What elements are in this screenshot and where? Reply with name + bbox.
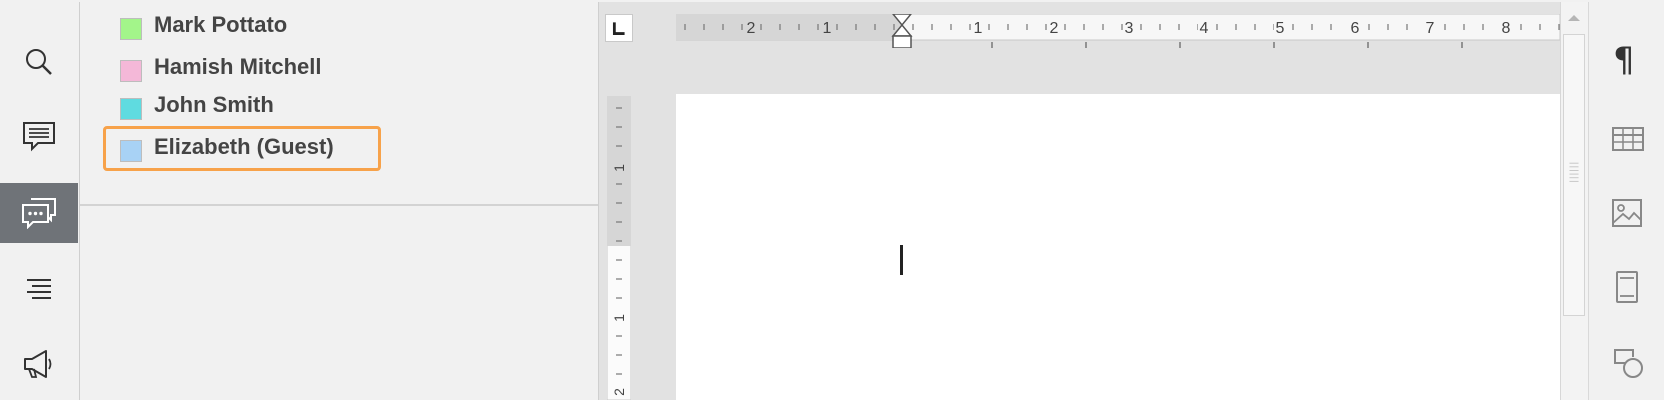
image-icon [1612,199,1642,227]
selection-highlight [103,126,381,171]
user-color-swatch [120,18,142,40]
user-name: Mark Pottato [154,12,288,37]
search-icon [26,49,52,75]
user-color-swatch [120,60,142,82]
comments-button[interactable] [0,106,78,166]
left-tab-icon [612,22,625,35]
ruler-label: 2 [747,20,756,37]
search-button[interactable] [0,32,78,92]
ruler-label: 2 [1050,20,1059,37]
comments-icon [23,122,55,152]
horizontal-ruler-scale: 2 1 1 2 3 4 5 6 7 8 [676,14,1560,48]
ruler-label: 1 [974,20,983,37]
editor-window: Mark Pottato Hamish Mitchell John Smith … [0,0,1664,400]
grip-icon [1569,162,1579,182]
ruler-label: 6 [1351,20,1360,37]
vertical-ruler-scale: 1 1 2 [607,96,631,400]
paragraph-button[interactable]: ¶ [1589,30,1664,90]
ruler-label: 7 [1426,20,1435,37]
shape-button[interactable] [1589,332,1664,392]
ruler-label: 8 [1502,20,1511,37]
ruler-label: 2 [611,388,627,396]
document-page[interactable] [676,94,1560,400]
scrollbar-thumb[interactable] [1563,34,1585,316]
left-sidebar [0,2,80,400]
chat-icon [22,198,56,229]
page-icon [1616,271,1638,303]
ruler-label: 3 [1125,20,1134,37]
tab-stop-button[interactable] [605,14,633,42]
users-panel: Mark Pottato Hamish Mitchell John Smith … [80,2,598,400]
navigation-button[interactable] [0,258,78,318]
ruler-label: 5 [1276,20,1285,37]
table-icon [1612,127,1644,151]
announcement-button[interactable] [0,334,78,394]
ruler-label: 1 [611,314,627,322]
ruler-label: 4 [1200,20,1209,37]
shape-icon [1614,349,1643,378]
scroll-up-button[interactable] [1562,6,1586,30]
vertical-ruler[interactable]: 1 1 2 [607,96,631,400]
paragraph-icon: ¶ [1613,40,1635,80]
horizontal-ruler[interactable]: 2 1 1 2 3 4 5 6 7 8 [676,14,1560,48]
image-button[interactable] [1589,182,1664,242]
panel-divider [80,204,598,206]
user-name: John Smith [154,92,274,117]
table-button[interactable] [1589,108,1664,168]
ruler-label: 1 [823,20,832,37]
user-name: Hamish Mitchell [154,54,322,79]
ruler-label: 1 [611,164,627,172]
chat-button[interactable] [0,183,78,243]
page-button[interactable] [1589,256,1664,316]
chevron-up-icon [1568,15,1580,21]
text-cursor [900,245,903,275]
user-color-swatch [120,98,142,120]
announcement-icon [24,350,52,378]
right-sidebar: ¶ [1588,2,1664,400]
navigation-icon [27,279,51,299]
